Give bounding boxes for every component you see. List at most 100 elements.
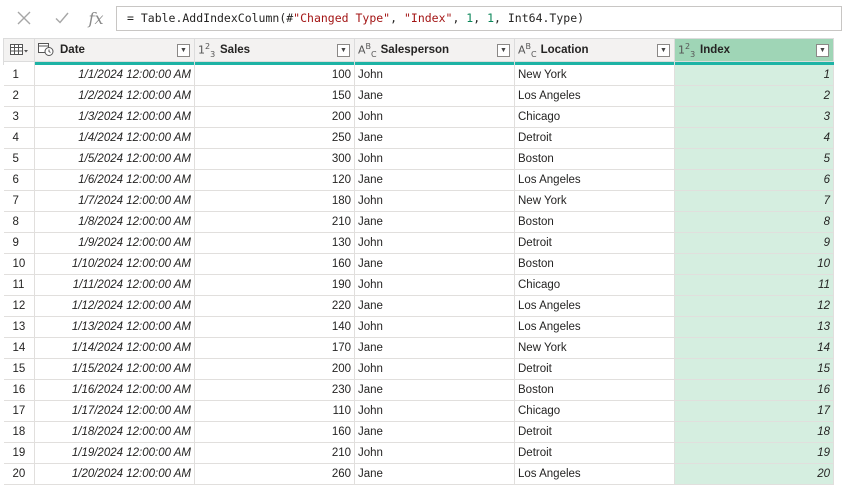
cell-salesperson[interactable]: John [354, 358, 515, 380]
whole-number-type-icon[interactable]: 123 [678, 42, 696, 59]
cell-salesperson[interactable]: Jane [354, 85, 515, 107]
cell-sales[interactable]: 140 [194, 316, 355, 338]
cell-date[interactable]: 1/6/2024 12:00:00 AM [34, 169, 195, 191]
cell-sales[interactable]: 170 [194, 337, 355, 359]
table-row[interactable]: 3 1/3/2024 12:00:00 AM 200 John Chicago 3 [3, 106, 834, 128]
table-row[interactable]: 2 1/2/2024 12:00:00 AM 150 Jane Los Angeles 2 [3, 85, 834, 107]
cell-location[interactable]: Detroit [514, 358, 675, 380]
cell-salesperson[interactable]: John [354, 106, 515, 128]
table-row[interactable]: 1 1/1/2024 12:00:00 AM 100 John New York 1 [3, 64, 834, 86]
cell-date[interactable]: 1/19/2024 12:00:00 AM [34, 442, 195, 464]
cell-sales[interactable]: 230 [194, 379, 355, 401]
row-number[interactable]: 18 [3, 421, 35, 443]
column-header-index[interactable]: 123 Index ▼ [674, 38, 834, 62]
cell-location[interactable]: Detroit [514, 421, 675, 443]
cell-location[interactable]: Los Angeles [514, 295, 675, 317]
cell-salesperson[interactable]: Jane [354, 169, 515, 191]
table-row[interactable]: 10 1/10/2024 12:00:00 AM 160 Jane Boston 10 [3, 253, 834, 275]
row-number[interactable]: 9 [3, 232, 35, 254]
cell-index[interactable]: 6 [674, 169, 834, 191]
column-header-salesperson[interactable]: ABC Salesperson ▼ [354, 38, 515, 62]
table-row[interactable]: 13 1/13/2024 12:00:00 AM 140 John Los Angele… [3, 316, 834, 338]
row-number[interactable]: 16 [3, 379, 35, 401]
cell-salesperson[interactable]: Jane [354, 379, 515, 401]
formula-input[interactable]: = Table.AddIndexColumn(#"Changed Type" , … [116, 6, 842, 31]
cell-date[interactable]: 1/7/2024 12:00:00 AM [34, 190, 195, 212]
cell-location[interactable]: Boston [514, 211, 675, 233]
cell-date[interactable]: 1/3/2024 12:00:00 AM [34, 106, 195, 128]
cell-location[interactable]: Detroit [514, 442, 675, 464]
cell-salesperson[interactable]: Jane [354, 127, 515, 149]
text-type-icon[interactable]: ABC [518, 42, 537, 59]
cell-date[interactable]: 1/9/2024 12:00:00 AM [34, 232, 195, 254]
cell-location[interactable]: Boston [514, 379, 675, 401]
table-row[interactable]: 20 1/20/2024 12:00:00 AM 260 Jane Los Angele… [3, 463, 834, 485]
table-row[interactable]: 8 1/8/2024 12:00:00 AM 210 Jane Boston 8 [3, 211, 834, 233]
column-header-location[interactable]: ABC Location ▼ [514, 38, 675, 62]
filter-dropdown-icon[interactable]: ▼ [816, 43, 829, 57]
row-number[interactable]: 1 [3, 64, 35, 86]
cell-location[interactable]: Chicago [514, 400, 675, 422]
table-row[interactable]: 11 1/11/2024 12:00:00 AM 190 John Chicago 11 [3, 274, 834, 296]
cell-location[interactable]: Los Angeles [514, 316, 675, 338]
column-header-sales[interactable]: 123 Sales ▼ [194, 38, 355, 62]
cell-index[interactable]: 9 [674, 232, 834, 254]
row-number[interactable]: 19 [3, 442, 35, 464]
row-number[interactable]: 10 [3, 253, 35, 275]
cell-salesperson[interactable]: John [354, 190, 515, 212]
cell-date[interactable]: 1/4/2024 12:00:00 AM [34, 127, 195, 149]
cell-salesperson[interactable]: John [354, 232, 515, 254]
table-menu-button[interactable] [3, 38, 35, 62]
cell-location[interactable]: Chicago [514, 274, 675, 296]
table-row[interactable]: 6 1/6/2024 12:00:00 AM 120 Jane Los Angeles 6 [3, 169, 834, 191]
cell-location[interactable]: Los Angeles [514, 85, 675, 107]
date-time-type-icon[interactable] [38, 42, 56, 59]
table-row[interactable]: 4 1/4/2024 12:00:00 AM 250 Jane Detroit 4 [3, 127, 834, 149]
cell-index[interactable]: 14 [674, 337, 834, 359]
cell-index[interactable]: 10 [674, 253, 834, 275]
cell-salesperson[interactable]: John [354, 400, 515, 422]
checkmark-icon[interactable] [50, 6, 74, 30]
cell-sales[interactable]: 300 [194, 148, 355, 170]
cell-sales[interactable]: 130 [194, 232, 355, 254]
cell-salesperson[interactable]: Jane [354, 211, 515, 233]
cell-index[interactable]: 20 [674, 463, 834, 485]
cell-index[interactable]: 18 [674, 421, 834, 443]
cell-index[interactable]: 17 [674, 400, 834, 422]
cell-date[interactable]: 1/1/2024 12:00:00 AM [34, 64, 195, 86]
cell-date[interactable]: 1/16/2024 12:00:00 AM [34, 379, 195, 401]
table-row[interactable]: 14 1/14/2024 12:00:00 AM 170 Jane New York 14 [3, 337, 834, 359]
cell-location[interactable]: Boston [514, 148, 675, 170]
table-row[interactable]: 12 1/12/2024 12:00:00 AM 220 Jane Los Angele… [3, 295, 834, 317]
table-row[interactable]: 7 1/7/2024 12:00:00 AM 180 John New York 7 [3, 190, 834, 212]
cell-sales[interactable]: 100 [194, 64, 355, 86]
filter-dropdown-icon[interactable]: ▼ [657, 43, 670, 57]
row-number[interactable]: 6 [3, 169, 35, 191]
cell-salesperson[interactable]: John [354, 274, 515, 296]
cell-index[interactable]: 13 [674, 316, 834, 338]
cell-date[interactable]: 1/10/2024 12:00:00 AM [34, 253, 195, 275]
row-number[interactable]: 14 [3, 337, 35, 359]
cell-salesperson[interactable]: John [354, 148, 515, 170]
cell-date[interactable]: 1/5/2024 12:00:00 AM [34, 148, 195, 170]
filter-dropdown-icon[interactable]: ▼ [177, 43, 190, 57]
cell-date[interactable]: 1/11/2024 12:00:00 AM [34, 274, 195, 296]
cell-index[interactable]: 16 [674, 379, 834, 401]
fx-icon[interactable]: fx [84, 6, 108, 30]
cell-location[interactable]: Detroit [514, 232, 675, 254]
cell-salesperson[interactable]: Jane [354, 463, 515, 485]
cell-location[interactable]: Boston [514, 253, 675, 275]
cell-location[interactable]: New York [514, 190, 675, 212]
cell-date[interactable]: 1/12/2024 12:00:00 AM [34, 295, 195, 317]
filter-dropdown-icon[interactable]: ▼ [337, 43, 350, 57]
cell-salesperson[interactable]: John [354, 64, 515, 86]
cell-sales[interactable]: 260 [194, 463, 355, 485]
cell-date[interactable]: 1/17/2024 12:00:00 AM [34, 400, 195, 422]
cell-salesperson[interactable]: Jane [354, 337, 515, 359]
row-number[interactable]: 2 [3, 85, 35, 107]
cell-salesperson[interactable]: Jane [354, 421, 515, 443]
column-header-date[interactable]: Date ▼ [34, 38, 195, 62]
row-number[interactable]: 7 [3, 190, 35, 212]
cell-sales[interactable]: 160 [194, 253, 355, 275]
table-row[interactable]: 15 1/15/2024 12:00:00 AM 200 John Detroit 15 [3, 358, 834, 380]
